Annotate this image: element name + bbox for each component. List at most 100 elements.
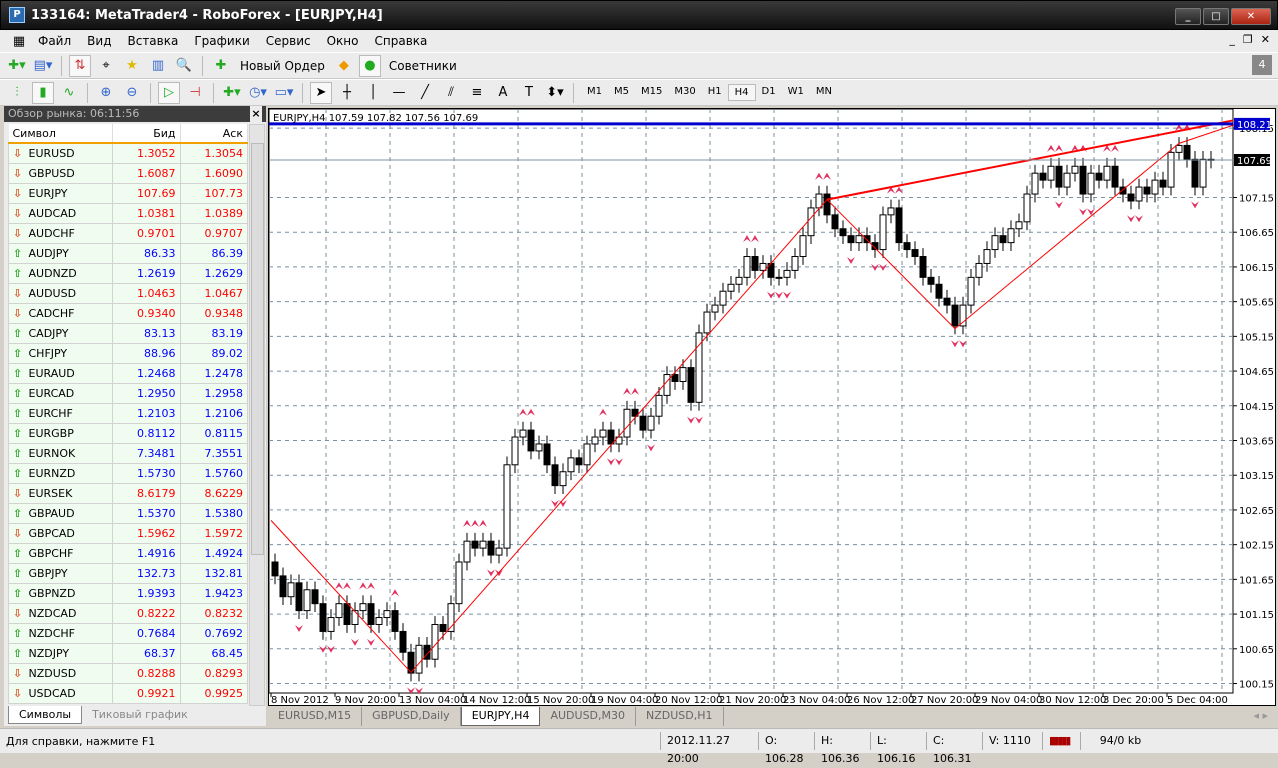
market-watch-row[interactable]: ⇧ EURNZD 1.5730 1.5760 xyxy=(8,462,248,484)
tab-tick-chart[interactable]: Тиковый график xyxy=(82,706,198,724)
market-watch-row[interactable]: ⇩ EURUSD 1.3052 1.3054 xyxy=(8,142,248,164)
crosshair-icon[interactable]: ┼ xyxy=(336,82,358,104)
new-order-icon[interactable]: ✚ xyxy=(210,55,232,77)
timeframe-mn[interactable]: MN xyxy=(810,84,838,101)
trendline-icon[interactable]: ╱ xyxy=(414,82,436,104)
market-watch-row[interactable]: ⇧ CHFJPY 88.96 89.02 xyxy=(8,342,248,364)
market-watch-row[interactable]: ⇧ EURGBP 0.8112 0.8115 xyxy=(8,422,248,444)
profiles-icon[interactable]: ▤▾ xyxy=(32,55,54,77)
experts-button[interactable]: Советники xyxy=(385,59,461,73)
market-watch-row[interactable]: ⇧ EURCAD 1.2950 1.2958 xyxy=(8,382,248,404)
candle-body xyxy=(311,589,319,605)
tab-symbols[interactable]: Символы xyxy=(8,706,83,724)
metaeditor-icon[interactable]: ◆ xyxy=(333,55,355,77)
menu-tools[interactable]: Сервис xyxy=(258,34,319,48)
line-chart-icon[interactable]: ∿ xyxy=(58,82,80,104)
chart-tab[interactable]: AUDUSD,M30 xyxy=(540,707,637,726)
col-ask[interactable]: Аск xyxy=(180,124,248,144)
market-watch-row[interactable]: ⇧ GBPAUD 1.5370 1.5380 xyxy=(8,502,248,524)
arrows-icon[interactable]: ⬍▾ xyxy=(544,82,566,104)
market-watch-row[interactable]: ⇧ EURAUD 1.2468 1.2478 xyxy=(8,362,248,384)
market-watch-row[interactable]: ⇧ EURCHF 1.2103 1.2106 xyxy=(8,402,248,424)
market-watch-close-button[interactable]: × xyxy=(250,106,262,122)
periods-icon[interactable]: ◷▾ xyxy=(247,82,269,104)
bar-chart-icon[interactable]: ⫶ xyxy=(6,82,28,104)
templates-icon[interactable]: ▭▾ xyxy=(273,82,295,104)
cursor-icon[interactable]: ➤ xyxy=(310,81,332,104)
chart-window-icon[interactable]: ▦ xyxy=(8,30,30,52)
market-watch-row[interactable]: ⇧ GBPNZD 1.9393 1.9423 xyxy=(8,582,248,604)
market-watch-row[interactable]: ⇩ CADCHF 0.9340 0.9348 xyxy=(8,302,248,324)
experts-icon[interactable]: ● xyxy=(358,54,381,77)
timeframe-h1[interactable]: H1 xyxy=(702,84,728,101)
chart-tab[interactable]: EURUSD,M15 xyxy=(268,707,363,726)
price-chart[interactable]: 108.15107.15106.65106.15105.65105.15104.… xyxy=(268,108,1275,706)
market-watch-row[interactable]: ⇧ NZDJPY 68.37 68.45 xyxy=(8,642,248,664)
market-watch-row[interactable]: ⇩ AUDCAD 1.0381 1.0389 xyxy=(8,202,248,224)
zoom-out-icon[interactable]: ⊖ xyxy=(121,82,143,104)
close-button[interactable]: ✕ xyxy=(1231,8,1271,25)
text-label-icon[interactable]: T xyxy=(518,82,540,104)
menu-charts[interactable]: Графики xyxy=(186,34,257,48)
market-watch-row[interactable]: ⇩ AUDUSD 1.0463 1.0467 xyxy=(8,282,248,304)
new-chart-icon[interactable]: ✚▾ xyxy=(6,55,28,77)
market-watch-row[interactable]: ⇧ GBPCHF 1.4916 1.4924 xyxy=(8,542,248,564)
timeframe-m30[interactable]: M30 xyxy=(668,84,701,101)
navigator-icon[interactable]: ★ xyxy=(121,55,143,77)
menu-view[interactable]: Вид xyxy=(79,34,119,48)
candlestick-icon[interactable]: ▮ xyxy=(32,81,54,104)
market-watch-row[interactable]: ⇩ NZDUSD 0.8288 0.8293 xyxy=(8,662,248,684)
timeframe-m15[interactable]: M15 xyxy=(635,84,668,101)
chart-tab-active[interactable]: EURJPY,H4 xyxy=(460,707,541,726)
timeframe-m5[interactable]: M5 xyxy=(608,84,635,101)
market-watch-scrollbar[interactable] xyxy=(249,124,265,706)
market-watch-row[interactable]: ⇩ NZDCAD 0.8222 0.8232 xyxy=(8,602,248,624)
zoom-in-icon[interactable]: ⊕ xyxy=(95,82,117,104)
market-watch-row[interactable]: ⇧ CADJPY 83.13 83.19 xyxy=(8,322,248,344)
minimize-button[interactable]: _ xyxy=(1175,8,1201,25)
strategy-tester-icon[interactable]: 🔍 xyxy=(173,55,195,77)
market-watch-icon[interactable]: ⇅ xyxy=(69,54,91,77)
menu-window[interactable]: Окно xyxy=(319,34,367,48)
menu-insert[interactable]: Вставка xyxy=(119,34,186,48)
indicators-icon[interactable]: ✚▾ xyxy=(221,82,243,104)
maximize-button[interactable]: □ xyxy=(1203,8,1229,25)
timeframe-w1[interactable]: W1 xyxy=(782,84,810,101)
chart-shift-icon[interactable]: ⊣ xyxy=(184,82,206,104)
col-symbol[interactable]: Символ xyxy=(8,124,113,144)
equidistant-channel-icon[interactable]: ⫽ xyxy=(440,82,462,104)
chart-window[interactable]: 108.15107.15106.65106.15105.65105.15104.… xyxy=(268,108,1276,706)
data-window-icon[interactable]: ⌖ xyxy=(95,55,117,77)
market-watch-row[interactable]: ⇩ GBPUSD 1.6087 1.6090 xyxy=(8,162,248,184)
mdi-close-icon[interactable]: ✕ xyxy=(1261,33,1270,46)
col-bid[interactable]: Бид xyxy=(112,124,181,144)
terminal-icon[interactable]: ▥ xyxy=(147,55,169,77)
auto-scroll-icon[interactable]: ▷ xyxy=(158,81,180,104)
text-icon[interactable]: A xyxy=(492,82,514,104)
chart-tab[interactable]: NZDUSD,H1 xyxy=(636,707,724,726)
chart-tab[interactable]: GBPUSD,Daily xyxy=(362,707,461,726)
horizontal-line-icon[interactable]: — xyxy=(388,82,410,104)
tab-scroll-arrows-icon[interactable]: ◂ ▸ xyxy=(1245,707,1276,726)
vertical-line-icon[interactable]: │ xyxy=(362,82,384,104)
market-watch-row[interactable]: ⇩ GBPCAD 1.5962 1.5972 xyxy=(8,522,248,544)
market-watch-row[interactable]: ⇩ AUDCHF 0.9701 0.9707 xyxy=(8,222,248,244)
market-watch-row[interactable]: ⇧ AUDJPY 86.33 86.39 xyxy=(8,242,248,264)
market-watch-row[interactable]: ⇧ NZDCHF 0.7684 0.7692 xyxy=(8,622,248,644)
market-watch-row[interactable]: ⇩ USDCAD 0.9921 0.9925 xyxy=(8,682,248,704)
new-order-button[interactable]: Новый Ордер xyxy=(236,59,329,73)
mdi-restore-icon[interactable]: ❐ xyxy=(1243,33,1253,46)
market-watch-row[interactable]: ⇩ EURJPY 107.69 107.73 xyxy=(8,182,248,204)
menu-file[interactable]: Файл xyxy=(30,34,79,48)
market-watch-row[interactable]: ⇧ GBPJPY 132.73 132.81 xyxy=(8,562,248,584)
fibonacci-icon[interactable]: ≡ xyxy=(466,82,488,104)
timeframe-m1[interactable]: M1 xyxy=(581,84,608,101)
market-watch-row[interactable]: ⇧ AUDNZD 1.2619 1.2629 xyxy=(8,262,248,284)
timeframe-d1[interactable]: D1 xyxy=(756,84,782,101)
timeframe-h4[interactable]: H4 xyxy=(727,84,756,101)
mdi-minimize-icon[interactable]: _ xyxy=(1229,33,1235,46)
notifications-icon[interactable]: 4 xyxy=(1252,55,1272,75)
market-watch-row[interactable]: ⇧ EURNOK 7.3481 7.3551 xyxy=(8,442,248,464)
market-watch-row[interactable]: ⇩ EURSEK 8.6179 8.6229 xyxy=(8,482,248,504)
menu-help[interactable]: Справка xyxy=(367,34,436,48)
